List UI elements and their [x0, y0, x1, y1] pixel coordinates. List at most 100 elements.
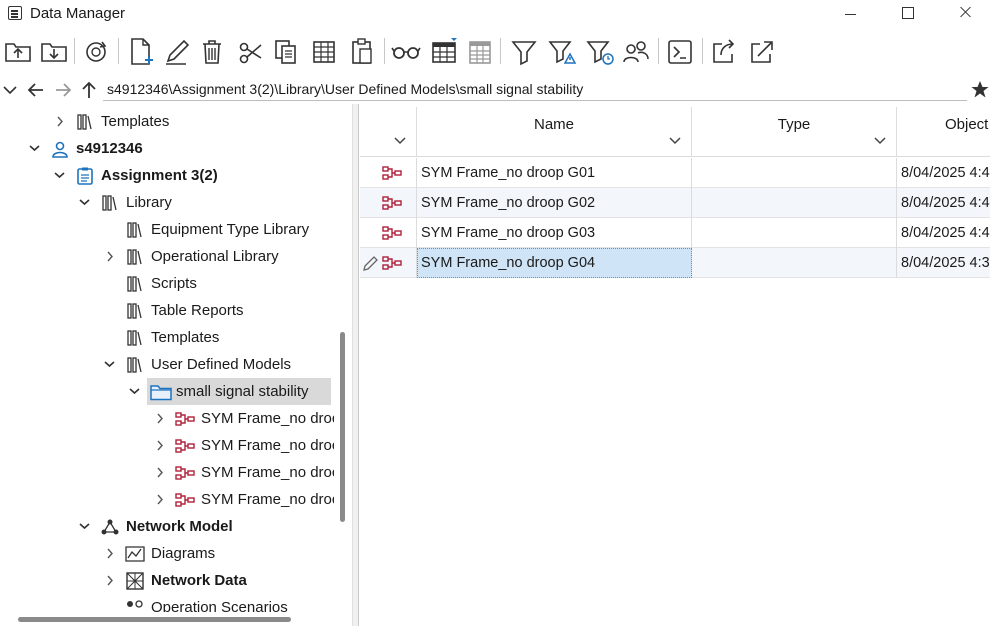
panel-splitter[interactable] [352, 104, 359, 626]
chevron-down-icon [394, 137, 406, 145]
back-arrow-icon[interactable] [25, 78, 47, 102]
cell-name[interactable]: SYM Frame_no droop G02 [417, 188, 692, 218]
table-row[interactable]: SYM Frame_no droop G03 8/04/2025 4:4 [360, 218, 990, 248]
tree-item-table-reports[interactable]: Table Reports [0, 297, 334, 324]
library-icon [127, 249, 142, 265]
cut-icon[interactable] [234, 34, 266, 68]
export-icon[interactable] [708, 34, 740, 68]
users-icon[interactable] [620, 34, 652, 68]
tree-panel: Templates s4912346 Assignment 3(2) Libra… [0, 108, 334, 612]
path-input[interactable] [103, 78, 967, 101]
tree-vertical-scrollbar[interactable] [340, 332, 345, 522]
cell-object[interactable]: 8/04/2025 4:4 [897, 188, 990, 218]
frame-model-icon [175, 493, 195, 507]
cell-type[interactable] [692, 158, 897, 188]
tree-item-assignment[interactable]: Assignment 3(2) [0, 162, 334, 189]
library-icon [127, 330, 142, 346]
tree-item-user[interactable]: s4912346 [0, 135, 334, 162]
copy-data-icon[interactable] [308, 34, 340, 68]
tree-item-diagrams[interactable]: Diagrams [0, 540, 334, 567]
tree-item-sym-frame-3[interactable]: SYM Frame_no droc [0, 459, 334, 486]
object-table: Name Type Object SYM Frame_no droop G01 … [360, 107, 990, 626]
cell-name[interactable]: SYM Frame_no droop G04 [417, 248, 692, 278]
tree-item-sym-frame-2[interactable]: SYM Frame_no droc [0, 432, 334, 459]
table-row[interactable]: SYM Frame_no droop G02 8/04/2025 4:4 [360, 188, 990, 218]
diagram-icon [125, 546, 145, 562]
cell-type[interactable] [692, 248, 897, 278]
table-row[interactable]: SYM Frame_no droop G04 8/04/2025 4:3 [360, 248, 990, 278]
table-view-icon[interactable] [428, 34, 460, 68]
tree-item-library[interactable]: Library [0, 189, 334, 216]
refresh-icon[interactable] [80, 34, 112, 68]
paste-icon[interactable] [346, 34, 378, 68]
column-header-type[interactable]: Type [692, 107, 897, 157]
library-icon [102, 195, 117, 211]
tree-item-operation-scenarios[interactable]: Operation Scenarios [0, 594, 334, 612]
tree-item-templates-lib[interactable]: Templates [0, 324, 334, 351]
frame-model-icon [175, 439, 195, 453]
column-header-object[interactable]: Object [897, 107, 990, 157]
scenario-icon [127, 600, 143, 608]
cell-name[interactable]: SYM Frame_no droop G01 [417, 158, 692, 188]
tree-item-small-signal-stability[interactable]: small signal stability [0, 378, 334, 405]
title-bar: Data Manager [0, 0, 990, 28]
chevron-down-icon[interactable] [0, 78, 22, 102]
grid-network-icon [126, 572, 144, 590]
delete-icon[interactable] [196, 34, 228, 68]
address-bar [0, 78, 990, 102]
library-icon [127, 222, 142, 238]
user-icon [52, 141, 68, 158]
filter-clock-icon[interactable] [584, 34, 616, 68]
close-button[interactable] [942, 0, 990, 28]
console-icon[interactable] [664, 34, 696, 68]
table-detail-icon[interactable] [464, 34, 496, 68]
cell-object[interactable]: 8/04/2025 4:4 [897, 158, 990, 188]
share-icon[interactable] [746, 34, 778, 68]
column-header-name[interactable]: Name [417, 107, 692, 157]
tree-item-templates[interactable]: Templates [0, 108, 334, 135]
new-object-icon[interactable] [124, 34, 156, 68]
maximize-button[interactable] [884, 0, 932, 28]
library-icon [127, 357, 142, 373]
tree-item-network-data[interactable]: Network Data [0, 567, 334, 594]
toolbar [0, 32, 990, 72]
frame-model-icon [175, 466, 195, 480]
tree-item-operational-library[interactable]: Operational Library [0, 243, 334, 270]
library-icon [127, 303, 142, 319]
star-icon[interactable] [970, 78, 990, 102]
clipboard-icon [77, 167, 93, 185]
filter-icon[interactable] [508, 34, 540, 68]
column-header-icon[interactable] [360, 107, 417, 157]
edit-pencil-icon[interactable] [160, 34, 192, 68]
forward-arrow-icon[interactable] [52, 78, 74, 102]
data-manager-icon [8, 6, 22, 20]
cell-type[interactable] [692, 188, 897, 218]
copy-icon[interactable] [270, 34, 302, 68]
tree-horizontal-scrollbar[interactable] [18, 617, 291, 622]
tree-item-sym-frame-4[interactable]: SYM Frame_no droc [0, 486, 334, 513]
cell-name[interactable]: SYM Frame_no droop G03 [417, 218, 692, 248]
tree-item-sym-frame-1[interactable]: SYM Frame_no droc [0, 405, 334, 432]
chevron-down-icon [874, 137, 886, 145]
library-icon [127, 276, 142, 292]
glasses-icon[interactable] [390, 34, 422, 68]
cell-object[interactable]: 8/04/2025 4:3 [897, 248, 990, 278]
up-arrow-icon[interactable] [78, 78, 100, 102]
folder-down-icon[interactable] [38, 34, 70, 68]
cell-object[interactable]: 8/04/2025 4:4 [897, 218, 990, 248]
tree-item-user-defined-models[interactable]: User Defined Models [0, 351, 334, 378]
tree-item-network-model[interactable]: Network Model [0, 513, 334, 540]
cell-type[interactable] [692, 218, 897, 248]
frame-model-icon [175, 412, 195, 426]
tree-item-scripts[interactable]: Scripts [0, 270, 334, 297]
library-icon [77, 114, 92, 130]
chevron-down-icon [669, 137, 681, 145]
filter-warning-icon[interactable] [546, 34, 578, 68]
window-title: Data Manager [30, 5, 126, 22]
table-row[interactable]: SYM Frame_no droop G01 8/04/2025 4:4 [360, 158, 990, 188]
folder-up-icon[interactable] [2, 34, 34, 68]
folder-icon [150, 385, 172, 401]
network-icon [101, 519, 119, 535]
tree-item-equipment-type-library[interactable]: Equipment Type Library [0, 216, 334, 243]
minimize-button[interactable] [826, 0, 874, 28]
